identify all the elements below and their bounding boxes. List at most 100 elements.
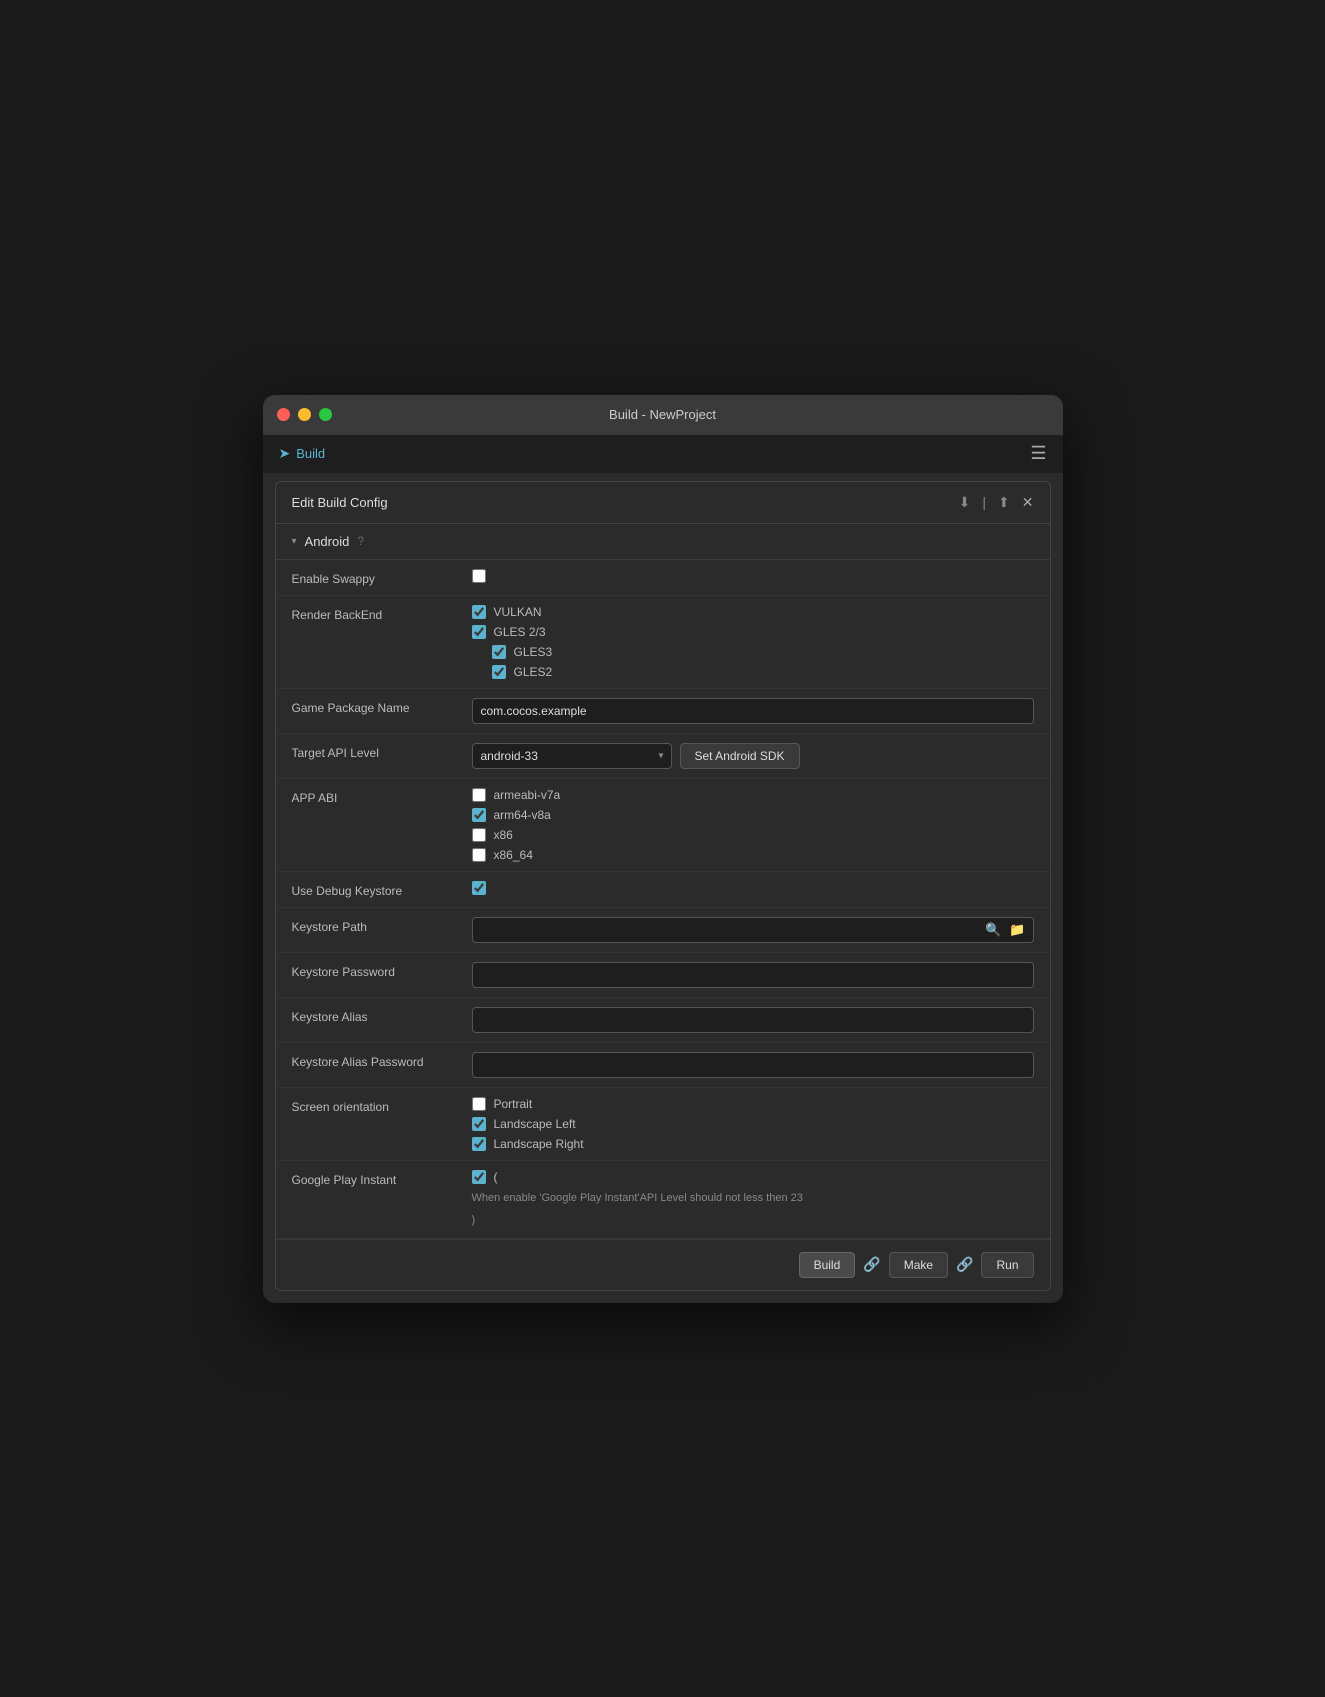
keystore-path-control: 🔍 📁 [472, 917, 1034, 943]
vulkan-label: VULKAN [494, 605, 542, 619]
armeabi-v7a-label: armeabi-v7a [494, 788, 561, 802]
armeabi-v7a-checkbox[interactable] [472, 788, 486, 802]
window-title: Build - NewProject [609, 407, 716, 422]
google-play-instant-control: ( When enable 'Google Play Instant'API L… [472, 1170, 1034, 1229]
keystore-folder-icon[interactable]: 📁 [1009, 922, 1025, 938]
target-api-level-row: Target API Level android-33 android-32 a… [276, 734, 1050, 779]
gles23-row: GLES 2/3 [472, 625, 1034, 639]
keystore-password-label: Keystore Password [292, 962, 472, 979]
gles23-label: GLES 2/3 [494, 625, 546, 639]
landscape-left-row: Landscape Left [472, 1117, 1034, 1131]
google-play-instant-info-line2: ) [472, 1212, 1034, 1229]
maximize-button[interactable] [319, 408, 332, 421]
game-package-name-label: Game Package Name [292, 698, 472, 715]
android-help-icon[interactable]: ? [357, 534, 364, 548]
keystore-password-control [472, 962, 1034, 988]
gles2-label: GLES2 [514, 665, 553, 679]
vulkan-checkbox[interactable] [472, 605, 486, 619]
title-bar: Build - NewProject [263, 395, 1063, 435]
keystore-alias-row: Keystore Alias [276, 998, 1050, 1043]
x86-64-row: x86_64 [472, 848, 1034, 862]
use-debug-keystore-checkbox[interactable] [472, 881, 486, 895]
keystore-password-input[interactable] [472, 962, 1034, 988]
close-panel-button[interactable]: ✕ [1022, 494, 1034, 511]
make-link-icon[interactable]: 🔗 [956, 1256, 973, 1273]
gles3-label: GLES3 [514, 645, 553, 659]
arm64-v8a-row: arm64-v8a [472, 808, 1034, 822]
portrait-row: Portrait [472, 1097, 1034, 1111]
export-icon[interactable]: ⬆ [998, 494, 1010, 511]
set-android-sdk-button[interactable]: Set Android SDK [680, 743, 800, 769]
render-backend-label: Render BackEnd [292, 605, 472, 622]
keystore-alias-password-input[interactable] [472, 1052, 1034, 1078]
app-abi-control: armeabi-v7a arm64-v8a x86 x86_64 [472, 788, 1034, 862]
enable-swappy-control [472, 569, 1034, 583]
screen-orientation-label: Screen orientation [292, 1097, 472, 1114]
build-button[interactable]: Build [799, 1252, 856, 1278]
game-package-name-row: Game Package Name [276, 689, 1050, 734]
select-inner: android-33 android-32 android-31 android… [472, 743, 672, 769]
panel-header-icons: ⬇ | ⬆ ✕ [959, 494, 1034, 511]
keystore-alias-password-control [472, 1052, 1034, 1078]
import-icon[interactable]: ⬇ [959, 494, 971, 511]
enable-swappy-row: Enable Swappy [276, 560, 1050, 596]
keystore-alias-input[interactable] [472, 1007, 1034, 1033]
screen-orientation-row: Screen orientation Portrait Landscape Le… [276, 1088, 1050, 1161]
portrait-checkbox[interactable] [472, 1097, 486, 1111]
gles23-checkbox[interactable] [472, 625, 486, 639]
x86-checkbox[interactable] [472, 828, 486, 842]
nav-build-item[interactable]: ➤ Build [279, 445, 326, 462]
landscape-right-checkbox[interactable] [472, 1137, 486, 1151]
use-debug-keystore-label: Use Debug Keystore [292, 881, 472, 898]
landscape-left-checkbox[interactable] [472, 1117, 486, 1131]
google-play-instant-value: ( [494, 1170, 498, 1184]
target-api-level-control: android-33 android-32 android-31 android… [472, 743, 1034, 769]
gles2-row: GLES2 [472, 665, 1034, 679]
x86-64-checkbox[interactable] [472, 848, 486, 862]
target-api-level-label: Target API Level [292, 743, 472, 760]
landscape-left-label: Landscape Left [494, 1117, 576, 1131]
nav-menu-icon[interactable]: ☰ [1030, 443, 1046, 464]
gles3-checkbox[interactable] [492, 645, 506, 659]
nav-build-label: Build [296, 446, 325, 461]
x86-label: x86 [494, 828, 513, 842]
build-link-icon[interactable]: 🔗 [863, 1256, 880, 1273]
enable-swappy-checkbox[interactable] [472, 569, 486, 583]
target-api-level-wrapper: android-33 android-32 android-31 android… [472, 743, 1034, 769]
google-play-instant-info-line1: When enable 'Google Play Instant'API Lev… [472, 1190, 1034, 1207]
portrait-label: Portrait [494, 1097, 533, 1111]
keystore-alias-label: Keystore Alias [292, 1007, 472, 1024]
traffic-lights [277, 408, 332, 421]
game-package-name-input[interactable] [472, 698, 1034, 724]
armeabi-v7a-row: armeabi-v7a [472, 788, 1034, 802]
landscape-right-row: Landscape Right [472, 1137, 1034, 1151]
nav-bar: ➤ Build ☰ [263, 435, 1063, 473]
minimize-button[interactable] [298, 408, 311, 421]
google-play-instant-row: Google Play Instant ( When enable 'Googl… [276, 1161, 1050, 1239]
keystore-path-icons: 🔍 📁 [985, 922, 1025, 938]
make-button[interactable]: Make [889, 1252, 948, 1278]
keystore-search-icon[interactable]: 🔍 [985, 922, 1001, 938]
arm64-v8a-checkbox[interactable] [472, 808, 486, 822]
panel-content: ▾ Android ? Enable Swappy Render BackEnd… [276, 524, 1050, 1239]
panel-footer: Build 🔗 Make 🔗 Run [276, 1239, 1050, 1290]
keystore-password-row: Keystore Password [276, 953, 1050, 998]
vulkan-row: VULKAN [472, 605, 1034, 619]
gles2-checkbox[interactable] [492, 665, 506, 679]
google-play-instant-checkbox-row: ( [472, 1170, 1034, 1184]
gles3-row: GLES3 [472, 645, 1034, 659]
google-play-instant-checkbox[interactable] [472, 1170, 486, 1184]
run-button[interactable]: Run [981, 1252, 1033, 1278]
build-nav-icon: ➤ [279, 445, 291, 462]
keystore-path-input[interactable] [472, 917, 1034, 943]
app-abi-row: APP ABI armeabi-v7a arm64-v8a x86 [276, 779, 1050, 872]
app-abi-label: APP ABI [292, 788, 472, 805]
keystore-path-row: Keystore Path 🔍 📁 [276, 908, 1050, 953]
target-api-level-select[interactable]: android-33 android-32 android-31 android… [472, 743, 672, 769]
close-button[interactable] [277, 408, 290, 421]
keystore-alias-password-row: Keystore Alias Password [276, 1043, 1050, 1088]
android-chevron-icon[interactable]: ▾ [292, 536, 297, 547]
android-section-title: Android [305, 534, 350, 549]
arm64-v8a-label: arm64-v8a [494, 808, 551, 822]
use-debug-keystore-row: Use Debug Keystore [276, 872, 1050, 908]
